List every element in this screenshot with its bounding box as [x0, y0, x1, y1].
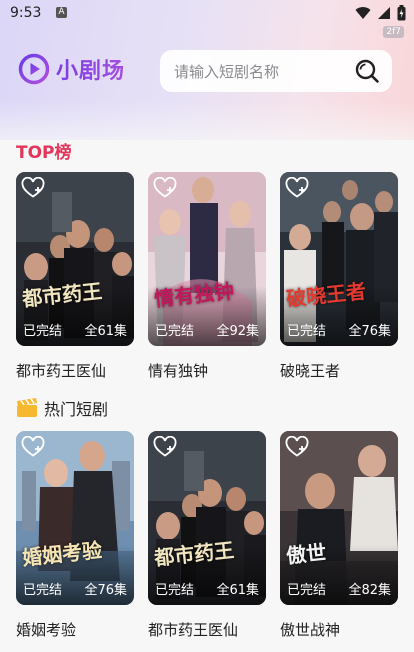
status-badge: 已完结 [155, 583, 195, 598]
wifi-icon [355, 7, 371, 20]
section-title-top: TOP榜 [16, 143, 72, 163]
search-input[interactable]: 请输入短剧名称 [174, 61, 354, 82]
app-logo[interactable]: 小剧场 [18, 53, 125, 85]
episode-count: 全61集 [216, 583, 259, 598]
drama-title[interactable]: 婚姻考验 [16, 619, 134, 640]
status-time: 9:53 [10, 5, 42, 21]
drama-poster[interactable]: 情有独钟 已完结 全92集 [148, 172, 266, 346]
search-icon[interactable] [354, 58, 380, 84]
drama-title[interactable]: 破晓王者 [280, 360, 398, 381]
drama-title[interactable]: 情有独钟 [148, 360, 266, 381]
hot-list: 婚姻考验 已完结 全76集 婚姻考验 都市药王 已完结 全61集 都市药王医仙 … [16, 431, 398, 640]
section-hot-label: 热门短剧 [44, 400, 109, 419]
drama-title[interactable]: 都市药王医仙 [16, 360, 134, 381]
app-name: 小剧场 [56, 53, 125, 85]
drama-card[interactable]: 都市药王 已完结 全61集 都市药王医仙 [148, 431, 266, 640]
battery-icon [397, 5, 406, 21]
drama-title[interactable]: 都市药王医仙 [148, 619, 266, 640]
signal-icon [378, 7, 390, 19]
clapperboard-icon [17, 398, 37, 417]
section-title-hot: 热门短剧 [16, 396, 108, 420]
drama-poster[interactable]: 破晓王者 已完结 全76集 [280, 172, 398, 346]
fps-counter: 2f7 [383, 26, 404, 38]
top-list: 都市药王 已完结 全61集 都市药王医仙 情有独钟 已完结 全92集 情有独钟 [16, 172, 398, 381]
favorite-heart-icon[interactable] [285, 436, 309, 458]
drama-card[interactable]: 傲世 已完结 全82集 傲世战神 [280, 431, 398, 640]
drama-poster[interactable]: 都市药王 已完结 全61集 [16, 172, 134, 346]
notification-icon: A [56, 7, 67, 18]
drama-poster[interactable]: 傲世 已完结 全82集 [280, 431, 398, 605]
poster-title: 傲世 [285, 539, 328, 569]
episode-count: 全61集 [84, 324, 127, 339]
drama-card[interactable]: 都市药王 已完结 全61集 都市药王医仙 [16, 172, 134, 381]
favorite-heart-icon[interactable] [21, 436, 45, 458]
drama-card[interactable]: 婚姻考验 已完结 全76集 婚姻考验 [16, 431, 134, 640]
search-bar[interactable]: 请输入短剧名称 [160, 50, 392, 92]
drama-card[interactable]: 破晓王者 已完结 全76集 破晓王者 [280, 172, 398, 381]
episode-count: 全82集 [348, 583, 391, 598]
status-icons [355, 5, 406, 21]
play-logo-icon [18, 53, 50, 85]
status-badge: 已完结 [155, 324, 195, 339]
episode-count: 全76集 [348, 324, 391, 339]
favorite-heart-icon[interactable] [21, 177, 45, 199]
status-badge: 已完结 [287, 324, 327, 339]
drama-title[interactable]: 傲世战神 [280, 619, 398, 640]
status-badge: 已完结 [23, 324, 63, 339]
app-header: 小剧场 请输入短剧名称 [0, 50, 414, 94]
drama-poster[interactable]: 都市药王 已完结 全61集 [148, 431, 266, 605]
episode-count: 全92集 [216, 324, 259, 339]
favorite-heart-icon[interactable] [153, 436, 177, 458]
favorite-heart-icon[interactable] [153, 177, 177, 199]
drama-poster[interactable]: 婚姻考验 已完结 全76集 [16, 431, 134, 605]
favorite-heart-icon[interactable] [285, 177, 309, 199]
status-badge: 已完结 [23, 583, 63, 598]
drama-card[interactable]: 情有独钟 已完结 全92集 情有独钟 [148, 172, 266, 381]
status-badge: 已完结 [287, 583, 327, 598]
status-bar: 9:53 A [0, 0, 414, 26]
episode-count: 全76集 [84, 583, 127, 598]
